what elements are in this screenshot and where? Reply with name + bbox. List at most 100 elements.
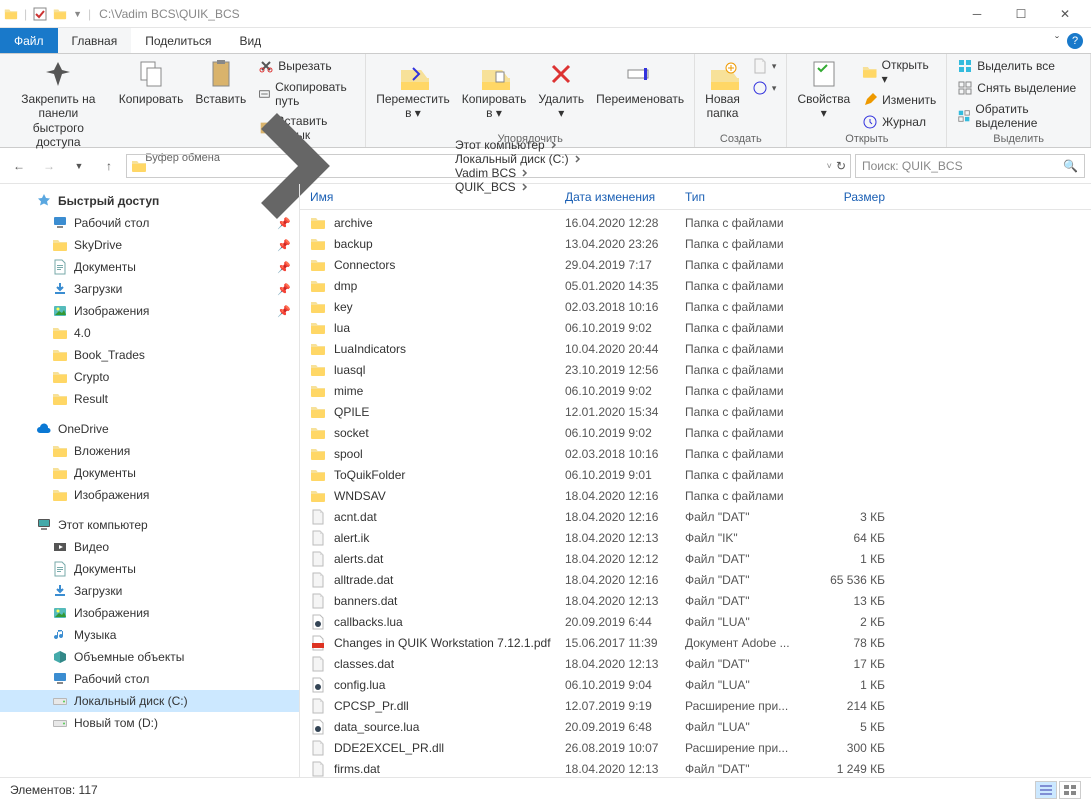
copy-to-button[interactable]: Копировать в ▾ — [458, 56, 531, 123]
file-row[interactable]: luasql23.10.2019 12:56Папка с файлами — [300, 359, 1091, 380]
rename-button[interactable]: Переименовать — [592, 56, 688, 108]
minimize-button[interactable]: ─ — [955, 0, 999, 28]
file-row[interactable]: dmp05.01.2020 14:35Папка с файлами — [300, 275, 1091, 296]
tree-item[interactable]: Book_Trades — [0, 344, 299, 366]
delete-button[interactable]: Удалить ▾ — [534, 56, 588, 123]
column-date[interactable]: Дата изменения — [565, 190, 685, 204]
file-row[interactable]: ToQuikFolder06.10.2019 9:01Папка с файла… — [300, 464, 1091, 485]
tree-item[interactable]: Видео — [0, 536, 299, 558]
search-box[interactable]: 🔍 — [855, 154, 1085, 178]
new-item-button[interactable]: ▾ — [748, 56, 781, 76]
file-row[interactable]: key02.03.2018 10:16Папка с файлами — [300, 296, 1091, 317]
tree-item[interactable]: Локальный диск (C:) — [0, 690, 299, 712]
tree-item[interactable]: Объемные объекты — [0, 646, 299, 668]
file-row[interactable]: WNDSAV18.04.2020 12:16Папка с файлами — [300, 485, 1091, 506]
open-button[interactable]: Открыть ▾ — [858, 56, 940, 88]
recent-locations-button[interactable]: ▼ — [66, 153, 92, 179]
tiles-view-button[interactable] — [1059, 781, 1081, 799]
file-row[interactable]: spool02.03.2018 10:16Папка с файлами — [300, 443, 1091, 464]
file-row[interactable]: Changes in QUIK Workstation 7.12.1.pdf15… — [300, 632, 1091, 653]
breadcrumb[interactable]: Vadim BCS — [451, 166, 587, 180]
file-row[interactable]: DDE2EXCEL_PR.dll26.08.2019 10:07Расширен… — [300, 737, 1091, 758]
tree-item[interactable]: OneDrive — [0, 418, 299, 440]
tree-item[interactable]: Документы📌 — [0, 256, 299, 278]
file-row[interactable]: mime06.10.2019 9:02Папка с файлами — [300, 380, 1091, 401]
qat-dropdown[interactable]: ▼ — [73, 9, 82, 19]
history-button[interactable]: Журнал — [858, 112, 940, 132]
new-folder-button[interactable]: Новая папка — [701, 56, 744, 123]
forward-button[interactable]: → — [36, 153, 62, 179]
tree-item[interactable]: Загрузки📌 — [0, 278, 299, 300]
file-row[interactable]: lua06.10.2019 9:02Папка с файлами — [300, 317, 1091, 338]
address-bar[interactable]: Этот компьютерЛокальный диск (C:)Vadim B… — [126, 154, 851, 178]
file-row[interactable]: firms.dat18.04.2020 12:13Файл "DAT"1 249… — [300, 758, 1091, 777]
help-button[interactable]: ? — [1067, 33, 1083, 49]
nav-tree[interactable]: Быстрый доступРабочий стол📌SkyDrive📌Доку… — [0, 184, 300, 777]
tab-view[interactable]: Вид — [225, 28, 275, 53]
folder-icon[interactable] — [53, 7, 67, 21]
cut-button[interactable]: Вырезать — [254, 56, 359, 76]
tree-item[interactable]: Рабочий стол📌 — [0, 212, 299, 234]
tree-item[interactable]: 4.0 — [0, 322, 299, 344]
file-row[interactable]: QPILE12.01.2020 15:34Папка с файлами — [300, 401, 1091, 422]
tab-home[interactable]: Главная — [58, 28, 132, 53]
pin-to-quickaccess-button[interactable]: Закрепить на панели быстрого доступа — [6, 56, 111, 152]
file-row[interactable]: acnt.dat18.04.2020 12:16Файл "DAT"3 КБ — [300, 506, 1091, 527]
file-row[interactable]: archive16.04.2020 12:28Папка с файлами — [300, 212, 1091, 233]
file-row[interactable]: alerts.dat18.04.2020 12:12Файл "DAT"1 КБ — [300, 548, 1091, 569]
tree-item[interactable]: Crypto — [0, 366, 299, 388]
file-row[interactable]: CPCSP_Pr.dll12.07.2019 9:19Расширение пр… — [300, 695, 1091, 716]
file-row[interactable]: alltrade.dat18.04.2020 12:16Файл "DAT"65… — [300, 569, 1091, 590]
breadcrumb[interactable]: Локальный диск (C:) — [451, 152, 587, 166]
breadcrumb[interactable]: Этот компьютер — [451, 138, 587, 152]
tree-item[interactable]: Документы — [0, 558, 299, 580]
column-size[interactable]: Размер — [805, 190, 885, 204]
tree-item[interactable]: SkyDrive📌 — [0, 234, 299, 256]
file-row[interactable]: classes.dat18.04.2020 12:13Файл "DAT"17 … — [300, 653, 1091, 674]
tree-item[interactable]: Изображения — [0, 602, 299, 624]
tree-item[interactable]: Быстрый доступ — [0, 190, 299, 212]
tree-item[interactable]: Изображения — [0, 484, 299, 506]
tree-item[interactable]: Рабочий стол — [0, 668, 299, 690]
file-row[interactable]: banners.dat18.04.2020 12:13Файл "DAT"13 … — [300, 590, 1091, 611]
details-view-button[interactable] — [1035, 781, 1057, 799]
column-type[interactable]: Тип — [685, 190, 805, 204]
file-row[interactable]: LuaIndicators10.04.2020 20:44Папка с фай… — [300, 338, 1091, 359]
file-row[interactable]: alert.ik18.04.2020 12:13Файл "IK"64 КБ — [300, 527, 1091, 548]
invert-selection-button[interactable]: Обратить выделение — [953, 100, 1084, 132]
tree-item[interactable]: Изображения📌 — [0, 300, 299, 322]
tree-item[interactable]: Вложения — [0, 440, 299, 462]
select-none-button[interactable]: Снять выделение — [953, 78, 1084, 98]
easy-access-button[interactable]: ▾ — [748, 78, 781, 98]
tree-item[interactable]: Этот компьютер — [0, 514, 299, 536]
tree-item[interactable]: Музыка — [0, 624, 299, 646]
tree-item[interactable]: Result — [0, 388, 299, 410]
tab-share[interactable]: Поделиться — [131, 28, 225, 53]
file-row[interactable]: data_source.lua20.09.2019 6:48Файл "LUA"… — [300, 716, 1091, 737]
column-name[interactable]: Имя — [310, 190, 565, 204]
file-list[interactable]: archive16.04.2020 12:28Папка с файламиba… — [300, 210, 1091, 777]
file-row[interactable]: callbacks.lua20.09.2019 6:44Файл "LUA"2 … — [300, 611, 1091, 632]
file-row[interactable]: config.lua06.10.2019 9:04Файл "LUA"1 КБ — [300, 674, 1091, 695]
ribbon-collapse-button[interactable]: ˇ — [1055, 34, 1059, 48]
back-button[interactable]: ← — [6, 153, 32, 179]
checkbox-icon[interactable] — [33, 7, 47, 21]
select-all-button[interactable]: Выделить все — [953, 56, 1084, 76]
tree-item[interactable]: Загрузки — [0, 580, 299, 602]
search-icon[interactable]: 🔍 — [1063, 159, 1078, 173]
refresh-button[interactable]: ↻ — [836, 159, 846, 173]
search-input[interactable] — [862, 159, 1063, 173]
tab-file[interactable]: Файл — [0, 28, 58, 53]
file-row[interactable]: Connectors29.04.2019 7:17Папка с файлами — [300, 254, 1091, 275]
tree-item[interactable]: Документы — [0, 462, 299, 484]
file-row[interactable]: socket06.10.2019 9:02Папка с файлами — [300, 422, 1091, 443]
address-dropdown[interactable]: ˅ — [827, 161, 832, 171]
up-button[interactable]: ↑ — [96, 153, 122, 179]
file-name: backup — [334, 237, 565, 251]
edit-button[interactable]: Изменить — [858, 90, 940, 110]
properties-button[interactable]: Свойства ▾ — [793, 56, 854, 123]
maximize-button[interactable]: ☐ — [999, 0, 1043, 28]
file-row[interactable]: backup13.04.2020 23:26Папка с файлами — [300, 233, 1091, 254]
tree-item[interactable]: Новый том (D:) — [0, 712, 299, 734]
close-button[interactable]: ✕ — [1043, 0, 1087, 28]
